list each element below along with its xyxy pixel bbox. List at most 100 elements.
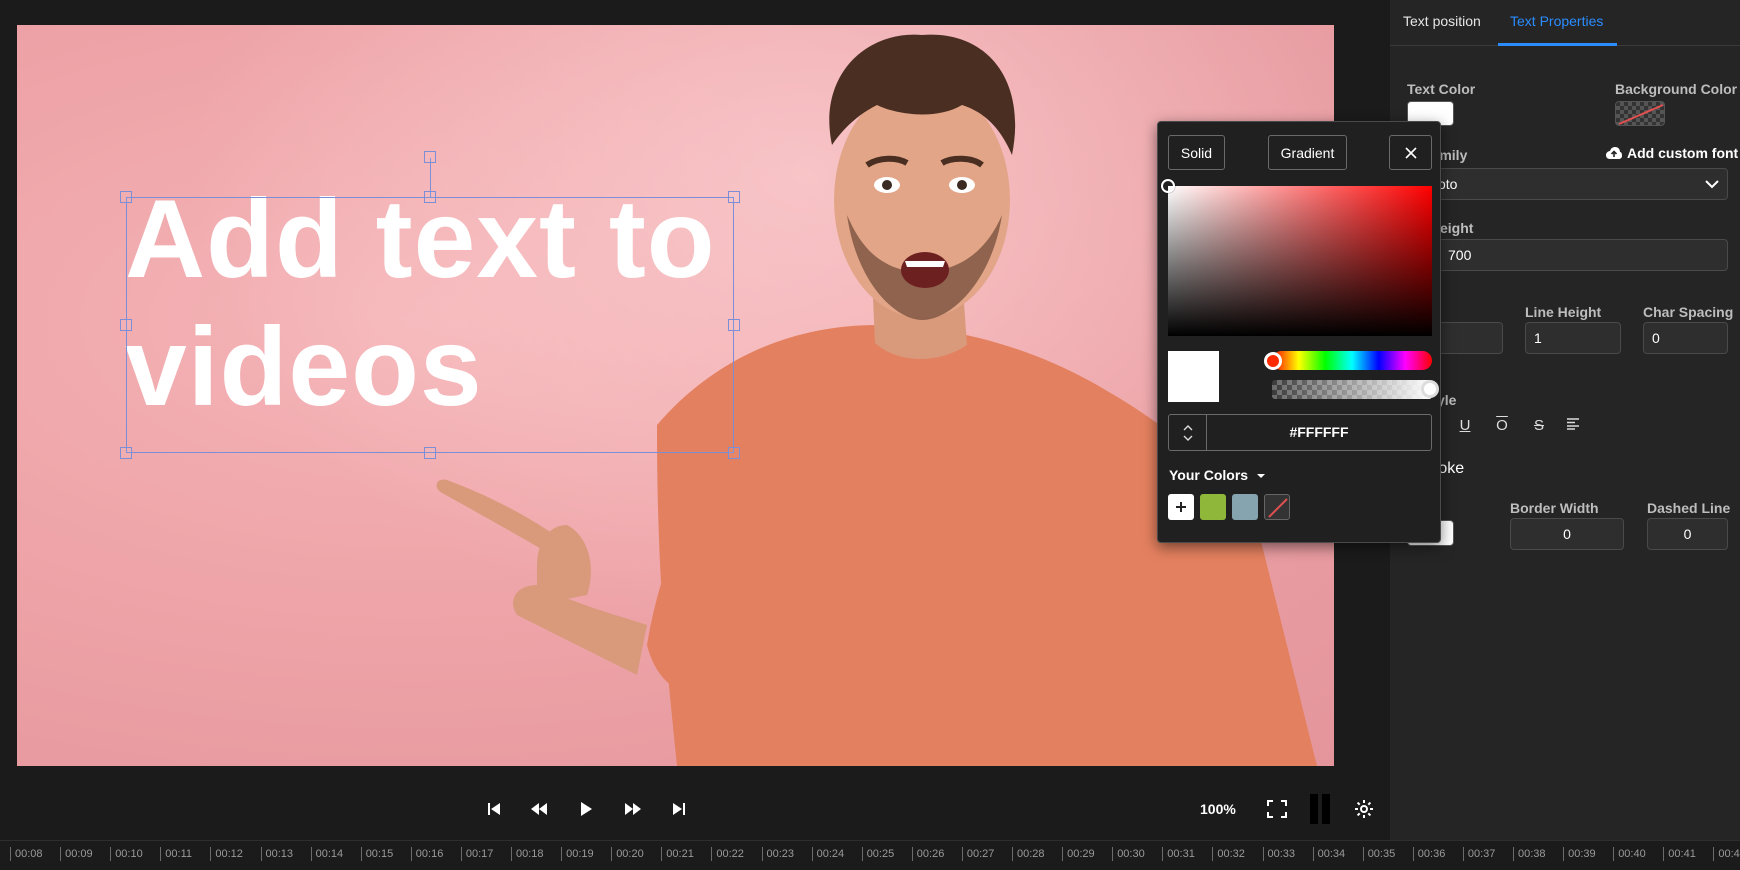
fullscreen-button[interactable] xyxy=(1263,795,1291,823)
timeline-tick: 00:23 xyxy=(761,847,794,861)
timeline-tick: 00:41 xyxy=(1663,847,1696,861)
timeline-tick: 00:29 xyxy=(1062,847,1095,861)
add-custom-font-link[interactable]: Add custom font xyxy=(1605,145,1738,161)
timeline-tick: 00:11 xyxy=(160,847,192,861)
timeline-tick: 00:28 xyxy=(1012,847,1045,861)
cloud-upload-icon xyxy=(1606,147,1622,159)
chevron-down-icon xyxy=(1705,180,1719,189)
skip-start-icon xyxy=(488,803,500,815)
timeline-tick: 00:12 xyxy=(210,847,243,861)
hex-input[interactable]: #FFFFFF xyxy=(1207,415,1431,450)
timeline-tick: 00:22 xyxy=(711,847,744,861)
align-left-glyph xyxy=(1567,418,1579,430)
timeline-tick: 00:40 xyxy=(1613,847,1646,861)
gradient-button[interactable]: Gradient xyxy=(1268,135,1347,170)
panel-tabs: Text position Text Properties xyxy=(1390,0,1740,46)
strikethrough-icon[interactable]: S xyxy=(1529,416,1549,436)
char-spacing-field[interactable]: 0 xyxy=(1643,322,1728,354)
settings-button[interactable] xyxy=(1350,795,1378,823)
rewind-button[interactable] xyxy=(525,795,553,823)
properties-panel: Text position Text Properties Text Color… xyxy=(1390,0,1740,840)
timeline-tick: 00:36 xyxy=(1412,847,1445,861)
video-canvas[interactable]: Add text to videos xyxy=(17,25,1334,766)
video-editor: Add text to videos 100% 00:08 00:09 00:1… xyxy=(0,0,1740,870)
background-color-label: Background Color xyxy=(1615,81,1738,97)
alpha-slider[interactable] xyxy=(1272,380,1432,399)
line-height-field[interactable]: 1 xyxy=(1525,322,1621,354)
timeline-tick: 00:24 xyxy=(811,847,844,861)
timeline-tick: 00:37 xyxy=(1462,847,1495,861)
timeline-tick: 00:16 xyxy=(410,847,443,861)
selection-box xyxy=(126,197,734,453)
solid-button[interactable]: Solid xyxy=(1168,135,1225,170)
tab-text-properties[interactable]: Text Properties xyxy=(1510,13,1603,29)
saturation-value-area[interactable] xyxy=(1168,186,1432,336)
color-mode-toggle[interactable] xyxy=(1169,415,1207,450)
font-weight-value: 700 xyxy=(1448,247,1472,263)
pause-icon xyxy=(1310,794,1330,824)
hex-input-row: #FFFFFF xyxy=(1168,414,1432,451)
resize-handle-left[interactable] xyxy=(120,319,132,331)
timeline-tick: 00:25 xyxy=(861,847,894,861)
timeline-tick: 00:13 xyxy=(260,847,293,861)
tab-text-position[interactable]: Text position xyxy=(1403,13,1481,29)
alpha-slider-thumb[interactable] xyxy=(1421,380,1439,398)
timeline-tick: 00:31 xyxy=(1162,847,1195,861)
saturation-value-thumb[interactable] xyxy=(1161,179,1175,193)
timeline-tick: 00:38 xyxy=(1513,847,1546,861)
text-color-label: Text Color xyxy=(1407,81,1476,97)
resize-handle-top-left[interactable] xyxy=(120,191,132,203)
timeline-tick: 00:34 xyxy=(1312,847,1345,861)
zoom-level[interactable]: 100% xyxy=(1200,801,1236,817)
current-color-preview xyxy=(1168,351,1219,402)
dashed-line-field[interactable]: 0 xyxy=(1647,518,1728,550)
resize-handle-bottom-right[interactable] xyxy=(728,447,740,459)
skip-end-icon xyxy=(673,803,685,815)
border-width-value: 0 xyxy=(1563,526,1571,542)
your-colors-dropdown[interactable]: Your Colors xyxy=(1169,467,1266,483)
underline-icon[interactable]: U xyxy=(1455,416,1475,436)
timeline-tick: 00:10 xyxy=(110,847,143,861)
timeline-tick: 00:15 xyxy=(360,847,393,861)
align-left-icon[interactable] xyxy=(1563,416,1583,436)
overline-icon[interactable]: O xyxy=(1492,416,1512,436)
no-color-icon xyxy=(1268,498,1288,518)
timeline-tick: 00:32 xyxy=(1212,847,1245,861)
color-picker-popup: Solid Gradient #FFFFFF Your Colors xyxy=(1157,121,1441,543)
timeline-tick: 00:42 xyxy=(1713,847,1740,861)
saved-color-green[interactable] xyxy=(1200,494,1226,520)
resize-handle-bottom-left[interactable] xyxy=(120,447,132,459)
hue-slider-thumb[interactable] xyxy=(1264,352,1282,370)
resize-handle-bottom[interactable] xyxy=(424,447,436,459)
resize-handle-right[interactable] xyxy=(728,319,740,331)
saved-color-blue-gray[interactable] xyxy=(1232,494,1258,520)
player-controls: 100% xyxy=(0,794,1390,835)
resize-handle-top-right[interactable] xyxy=(728,191,740,203)
background-color-swatch[interactable] xyxy=(1615,101,1665,126)
timeline-tick: 00:26 xyxy=(911,847,944,861)
timeline-tick: 00:30 xyxy=(1112,847,1145,861)
add-custom-font-label: Add custom font xyxy=(1627,145,1739,161)
rotation-handle[interactable] xyxy=(424,151,436,163)
border-width-field[interactable]: 0 xyxy=(1510,518,1624,550)
timeline-tick: 00:27 xyxy=(961,847,994,861)
char-spacing-label: Char Spacing xyxy=(1643,304,1734,320)
plus-icon xyxy=(1176,502,1186,512)
timeline-ruler[interactable]: 00:08 00:09 00:10 00:11 00:12 00:13 00:14 00:15… xyxy=(0,840,1740,870)
fast-forward-button[interactable] xyxy=(619,795,647,823)
skip-to-start-button[interactable] xyxy=(480,795,508,823)
pause-bars-button[interactable] xyxy=(1306,794,1334,824)
add-color-button[interactable] xyxy=(1168,494,1194,520)
skip-to-end-button[interactable] xyxy=(665,795,693,823)
timeline-tick: 00:39 xyxy=(1563,847,1596,861)
up-down-chevron-icon xyxy=(1183,424,1192,441)
timeline-tick: 00:19 xyxy=(561,847,594,861)
close-picker-button[interactable] xyxy=(1389,135,1432,170)
timeline-tick: 00:18 xyxy=(511,847,544,861)
play-button[interactable] xyxy=(572,795,600,823)
hue-slider[interactable] xyxy=(1272,351,1432,370)
rewind-icon xyxy=(531,803,547,815)
saved-color-transparent[interactable] xyxy=(1264,494,1290,520)
timeline-tick: 00:17 xyxy=(460,847,493,861)
resize-handle-top[interactable] xyxy=(424,191,436,203)
